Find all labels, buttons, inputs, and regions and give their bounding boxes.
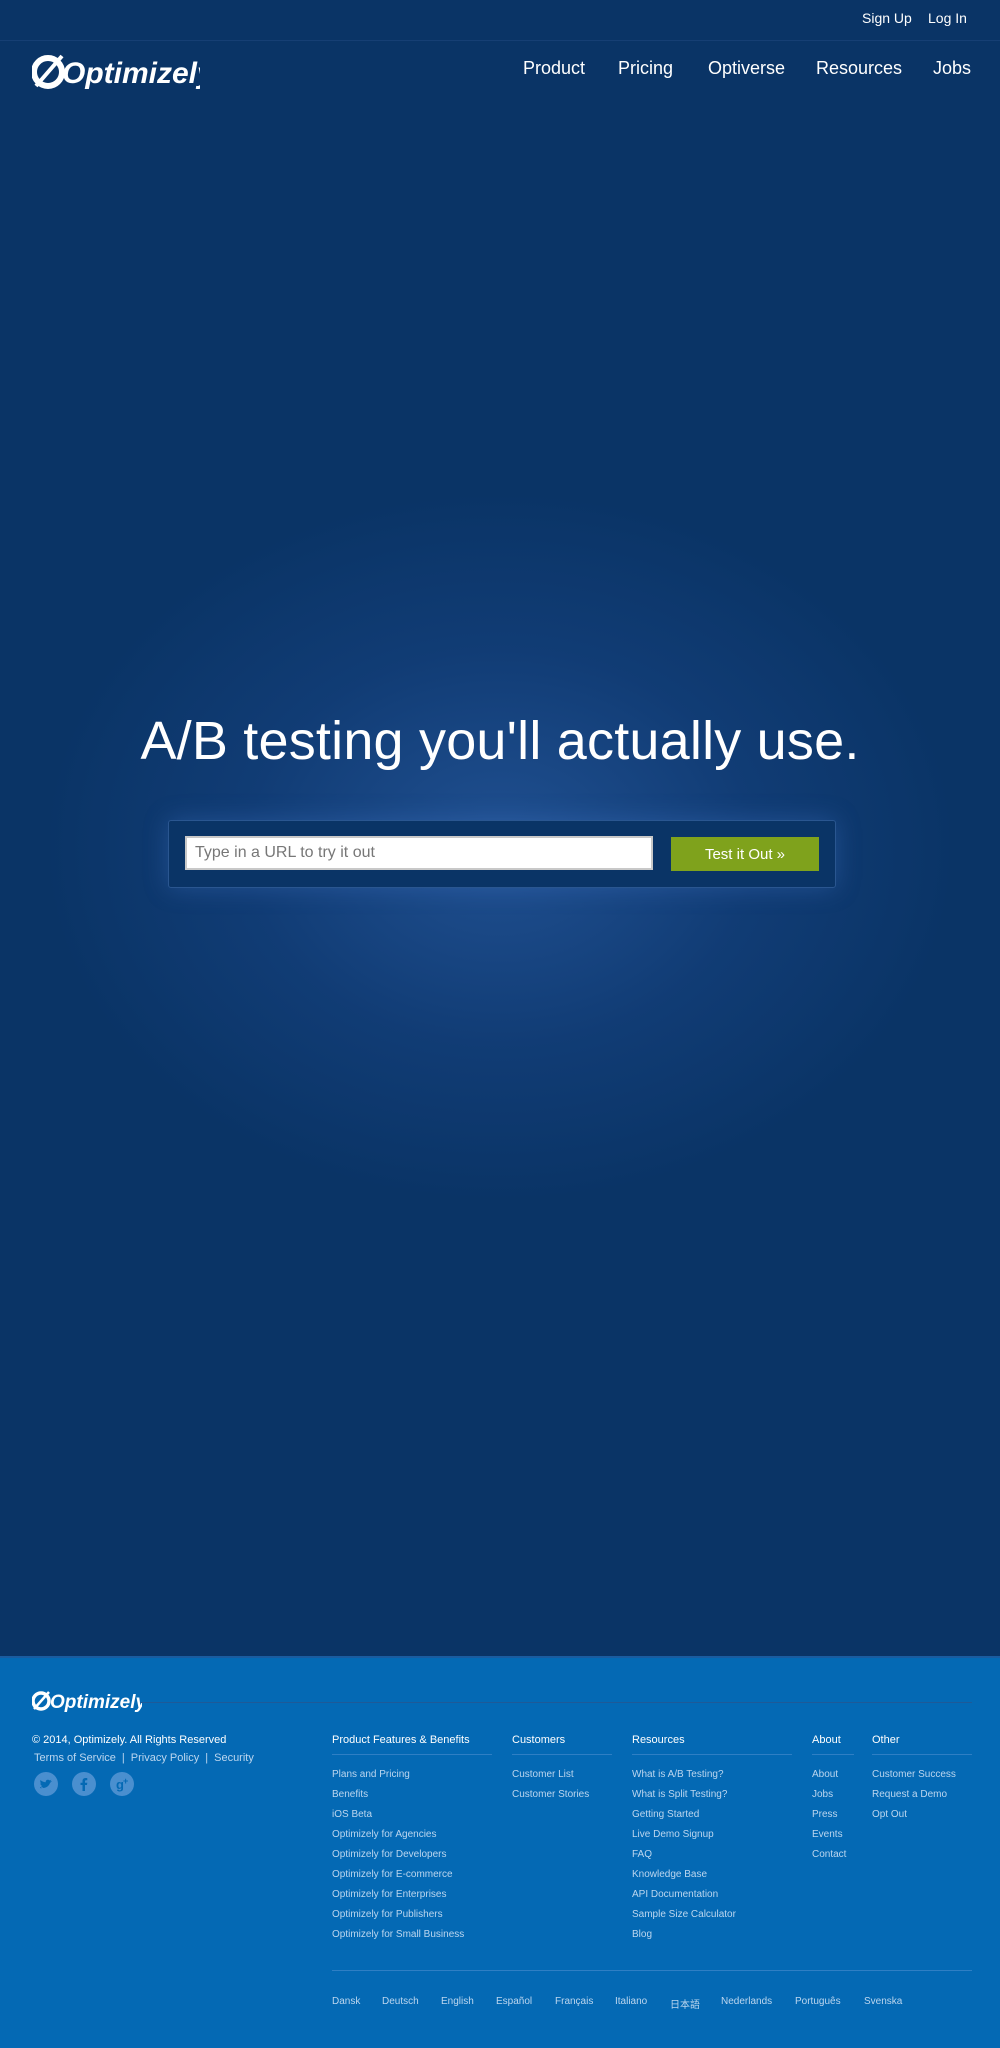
nav-jobs[interactable]: Jobs (933, 58, 971, 79)
nav-product[interactable]: Product (523, 58, 585, 79)
legal-separator: | (121, 1752, 125, 1764)
footer-col-other: Other Customer Success Request a Demo Op… (872, 1734, 972, 1829)
footer-col-resources: Resources What is A/B Testing? What is S… (632, 1734, 792, 1949)
footer-link[interactable]: Customer Success (872, 1769, 972, 1789)
language-link[interactable]: Dansk (332, 1996, 360, 2007)
footer-col-customers: Customers Customer List Customer Stories (512, 1734, 612, 1809)
legal-links: Terms of Service | Privacy Policy | Security (34, 1752, 260, 1764)
url-test-form: Test it Out » (168, 820, 836, 888)
nav-optiverse[interactable]: Optiverse (708, 58, 785, 79)
footer-link[interactable]: What is Split Testing? (632, 1789, 792, 1809)
footer-col-heading: Resources (632, 1734, 792, 1755)
footer-link[interactable]: Benefits (332, 1789, 492, 1809)
google-plus-icon[interactable]: g + (110, 1772, 134, 1796)
footer-link[interactable]: About (812, 1769, 854, 1789)
optimizely-logo[interactable]: Optimizely (32, 50, 200, 98)
footer-link[interactable]: Request a Demo (872, 1789, 972, 1809)
footer-col-heading: Customers (512, 1734, 612, 1755)
footer-link[interactable]: Optimizely for Developers (332, 1849, 492, 1869)
footer-link[interactable]: Optimizely for Enterprises (332, 1889, 492, 1909)
footer-link[interactable]: Customer Stories (512, 1789, 612, 1809)
footer-link[interactable]: Getting Started (632, 1809, 792, 1829)
language-link[interactable]: English (441, 1996, 474, 2007)
language-link[interactable]: Nederlands (721, 1996, 772, 2007)
footer-link[interactable]: Live Demo Signup (632, 1829, 792, 1849)
footer-link[interactable]: Customer List (512, 1769, 612, 1789)
legal-separator: | (205, 1752, 209, 1764)
footer-link[interactable]: iOS Beta (332, 1809, 492, 1829)
footer-col-product: Product Features & Benefits Plans and Pr… (332, 1734, 492, 1949)
footer-link[interactable]: Optimizely for E-commerce (332, 1869, 492, 1889)
log-in-link[interactable]: Log In (928, 10, 967, 26)
copyright: © 2014, Optimizely. All Rights Reserved (32, 1734, 227, 1746)
footer-col-heading: Other (872, 1734, 972, 1755)
footer-link[interactable]: Sample Size Calculator (632, 1909, 792, 1929)
footer-link[interactable]: What is A/B Testing? (632, 1769, 792, 1789)
footer-col-heading: About (812, 1734, 854, 1755)
footer-link[interactable]: Jobs (812, 1789, 854, 1809)
languages-divider (332, 1970, 972, 1971)
footer-optimizely-logo[interactable]: Optimizely (32, 1688, 142, 1716)
footer-link[interactable]: Opt Out (872, 1809, 972, 1829)
test-it-out-button[interactable]: Test it Out » (671, 837, 819, 871)
footer-link[interactable]: Plans and Pricing (332, 1769, 492, 1789)
footer-col-heading: Product Features & Benefits (332, 1734, 492, 1755)
footer-link[interactable]: Events (812, 1829, 854, 1849)
footer-link[interactable]: Blog (632, 1929, 792, 1949)
twitter-icon[interactable] (34, 1772, 58, 1796)
hero-headline: A/B testing you'll actually use. (140, 711, 860, 771)
svg-text:+: + (123, 1776, 128, 1786)
footer-logo-wordmark: Optimizely (50, 1692, 142, 1713)
language-link[interactable]: Português (795, 1996, 841, 2007)
language-link[interactable]: Svenska (864, 1996, 902, 2007)
footer-link[interactable]: Optimizely for Publishers (332, 1909, 492, 1929)
terms-of-service-link[interactable]: Terms of Service (34, 1752, 116, 1764)
footer-divider (140, 1702, 972, 1703)
logo-wordmark: Optimizely (62, 57, 200, 90)
security-link[interactable]: Security (214, 1752, 254, 1764)
nav-pricing[interactable]: Pricing (618, 58, 673, 79)
footer-link[interactable]: Contact (812, 1849, 854, 1869)
facebook-icon[interactable] (72, 1772, 96, 1796)
nav-resources[interactable]: Resources (816, 58, 902, 79)
sign-up-link[interactable]: Sign Up (862, 10, 912, 26)
language-link[interactable]: Français (555, 1996, 593, 2007)
footer: Optimizely © 2014, Optimizely. All Right… (0, 1656, 1000, 2048)
top-bar: Sign Up Log In (0, 0, 1000, 41)
language-link[interactable]: Español (496, 1996, 532, 2007)
footer-link[interactable]: Knowledge Base (632, 1869, 792, 1889)
language-link[interactable]: 日本語 (670, 1996, 700, 2011)
language-link[interactable]: Deutsch (382, 1996, 419, 2007)
url-input[interactable] (185, 836, 653, 870)
language-link[interactable]: Italiano (615, 1996, 647, 2007)
footer-link[interactable]: FAQ (632, 1849, 792, 1869)
footer-link[interactable]: Press (812, 1809, 854, 1829)
footer-link[interactable]: Optimizely for Agencies (332, 1829, 492, 1849)
footer-link[interactable]: API Documentation (632, 1889, 792, 1909)
hero-section: Sign Up Log In Optimizely Product Pricin… (0, 0, 1000, 1656)
footer-col-about: About About Jobs Press Events Contact (812, 1734, 854, 1869)
privacy-policy-link[interactable]: Privacy Policy (131, 1752, 199, 1764)
footer-link[interactable]: Optimizely for Small Business (332, 1929, 492, 1949)
